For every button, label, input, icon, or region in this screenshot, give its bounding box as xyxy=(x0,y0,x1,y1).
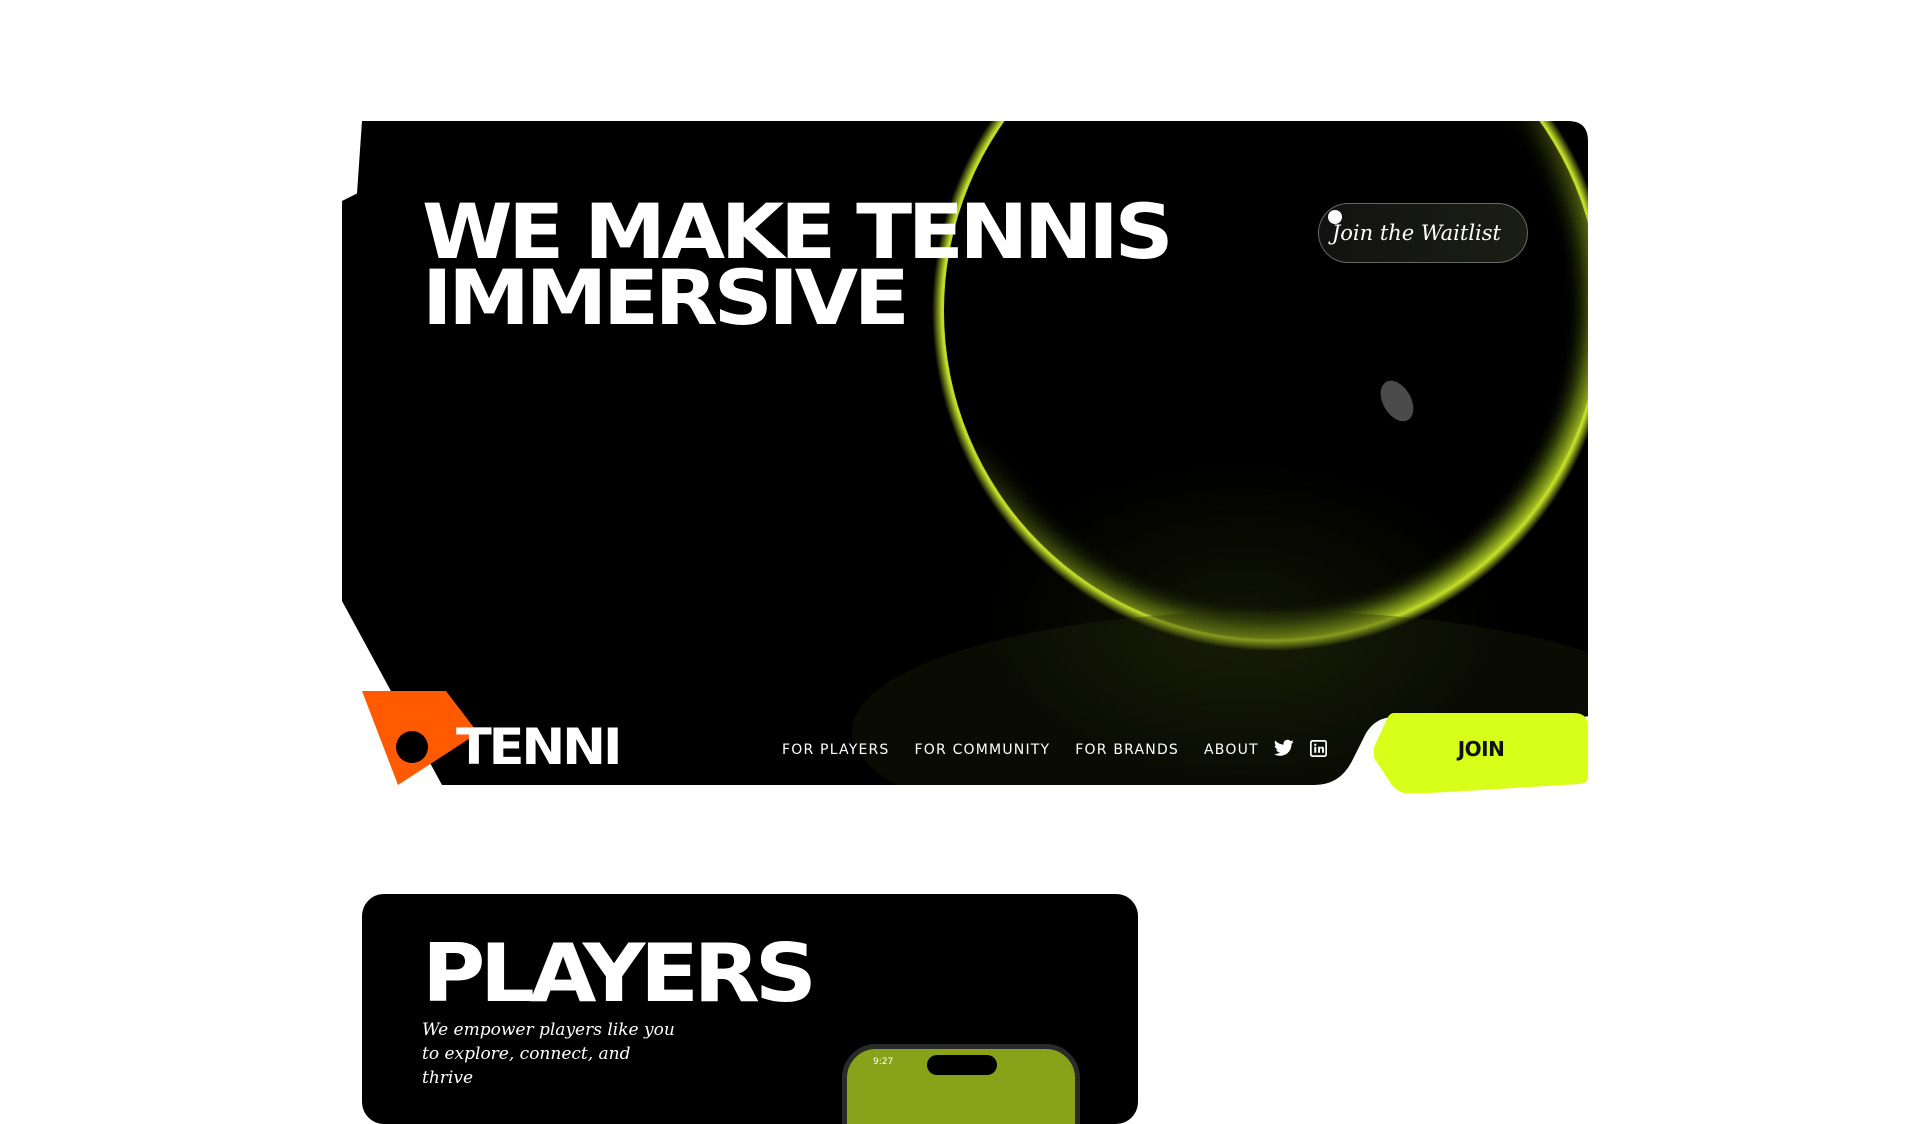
twitter-icon[interactable] xyxy=(1274,739,1294,757)
main-nav: FOR PLAYERS FOR COMMUNITY FOR BRANDS ABO… xyxy=(782,742,1259,758)
phone-time: 9:27 xyxy=(873,1057,894,1067)
players-title: PLAYERS xyxy=(422,927,817,1020)
players-card: PLAYERS We empower players like you to e… xyxy=(362,894,1138,1124)
join-button[interactable]: JOIN xyxy=(1374,713,1588,793)
hero-title: WE MAKE TENNIS IMMERSIVE xyxy=(422,194,1174,336)
waitlist-dot-icon xyxy=(1328,210,1342,224)
phone-notch xyxy=(927,1055,997,1075)
linkedin-icon[interactable] xyxy=(1310,739,1327,757)
players-description: We empower players like you to explore, … xyxy=(422,1020,675,1088)
nav-for-brands[interactable]: FOR BRANDS xyxy=(1075,742,1179,758)
tenni-logo[interactable]: TENNI xyxy=(362,689,622,789)
phone-mockup: 9:27 xyxy=(842,1044,1080,1124)
join-label: JOIN xyxy=(1457,737,1505,761)
logo-wordmark: TENNI xyxy=(456,718,622,776)
nav-about[interactable]: ABOUT xyxy=(1204,742,1259,758)
hero-card: WE MAKE TENNIS IMMERSIVE Join the Waitli… xyxy=(342,121,1588,793)
join-waitlist-button[interactable]: Join the Waitlist xyxy=(1318,203,1528,263)
nav-for-community[interactable]: FOR COMMUNITY xyxy=(915,742,1051,758)
nav-for-players[interactable]: FOR PLAYERS xyxy=(782,742,890,758)
social-links xyxy=(1274,739,1327,757)
waitlist-label: Join the Waitlist xyxy=(1331,221,1501,245)
